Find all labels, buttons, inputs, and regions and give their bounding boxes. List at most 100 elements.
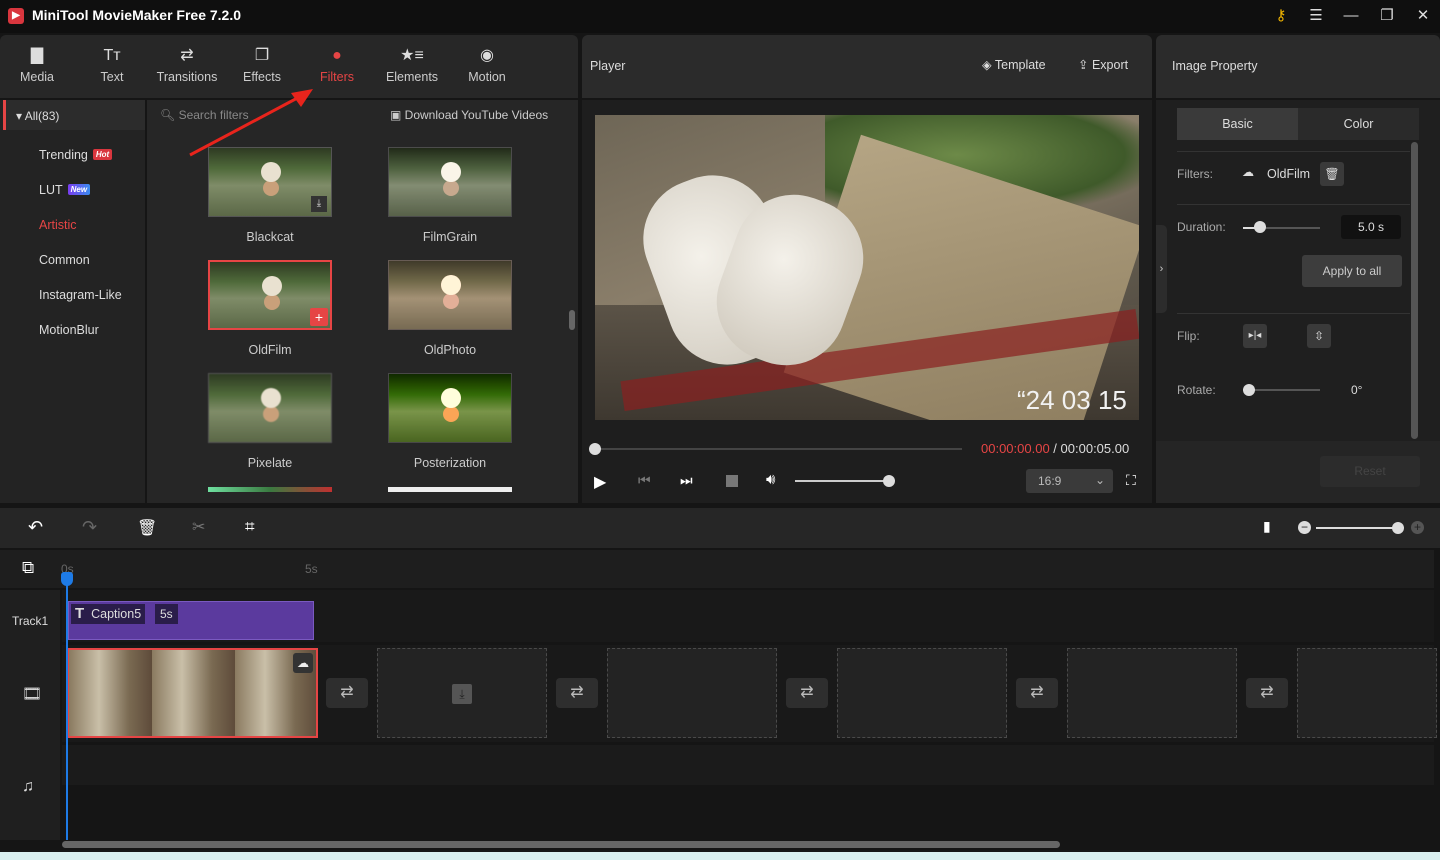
image-clip[interactable]: ☁ (67, 648, 318, 738)
tab-basic[interactable]: Basic (1177, 108, 1298, 140)
filter-scrollbar[interactable] (569, 310, 575, 330)
redo-icon[interactable]: ↷ (82, 517, 97, 538)
minimize-icon[interactable]: — (1340, 6, 1362, 26)
annotation-arrow (189, 89, 313, 157)
progress-knob[interactable] (589, 443, 601, 455)
tab-motion[interactable]: ◉ Motion (450, 35, 524, 98)
tab-media[interactable]: ▇ Media (0, 35, 74, 98)
apply-to-all-button[interactable]: Apply to all (1302, 255, 1402, 287)
filters-icon: ● (332, 47, 342, 64)
ruler-label: 5s (305, 562, 318, 576)
app-logo: ▶ (8, 8, 24, 24)
add-track-icon[interactable]: ⧉ (22, 558, 34, 578)
playhead[interactable] (66, 580, 68, 840)
reset-button[interactable]: Reset (1320, 456, 1420, 487)
undo-icon[interactable]: ↶ (28, 517, 43, 538)
category-instagram-like[interactable]: Instagram-Like (39, 288, 122, 302)
drop-icon: ⤓ (452, 684, 472, 704)
category-trending[interactable]: Trending Hot (39, 148, 113, 162)
search-icon: 🔍︎ (160, 108, 179, 122)
applied-filter-name: OldFilm (1267, 167, 1311, 181)
youtube-download-icon: ▣ (390, 108, 405, 122)
tab-text[interactable]: Tт Text (75, 35, 149, 98)
previous-frame-icon[interactable]: ⏮ (638, 472, 651, 489)
tab-color[interactable]: Color (1298, 108, 1419, 140)
volume-slider[interactable] (795, 480, 888, 482)
transition-slot[interactable]: ⇄ (326, 678, 368, 708)
filter-thumb-partial[interactable] (208, 487, 332, 492)
download-icon[interactable]: ⤓ (311, 196, 327, 212)
duration-knob[interactable] (1254, 221, 1266, 233)
hot-badge: Hot (92, 149, 113, 160)
title-bar: ▶ MiniTool MovieMaker Free 7.2.0 ⚷ ☰ — ❐… (0, 0, 1440, 33)
filter-thumb-oldfilm[interactable]: + (208, 260, 332, 330)
video-preview: “24 03 15 (595, 115, 1139, 420)
playback-progress[interactable] (595, 448, 962, 450)
filter-applied-icon: ☁ (293, 653, 313, 673)
transition-slot[interactable]: ⇄ (1246, 678, 1288, 708)
empty-clip-slot[interactable] (837, 648, 1007, 738)
timeline-scrollbar[interactable] (62, 841, 1060, 848)
playhead-handle[interactable] (61, 572, 73, 586)
zoom-knob[interactable] (1392, 522, 1404, 534)
timeline-toolbar: ↶ ↷ 🗑︎ ✂ ⌗ ▮ − + (0, 508, 1440, 548)
filter-thumb-posterization[interactable] (388, 373, 512, 443)
close-icon[interactable]: ✕ (1412, 6, 1434, 26)
caption-duration: 5s (155, 604, 178, 624)
stop-icon[interactable] (726, 475, 738, 487)
delete-icon[interactable]: 🗑︎ (137, 518, 157, 538)
rotate-knob[interactable] (1243, 384, 1255, 396)
volume-icon[interactable]: 🔊︎ (766, 471, 775, 488)
download-youtube-link[interactable]: ▣ Download YouTube Videos (390, 108, 548, 122)
transition-slot[interactable]: ⇄ (556, 678, 598, 708)
empty-clip-slot[interactable] (1297, 648, 1437, 738)
empty-clip-slot[interactable]: ⤓ (377, 648, 547, 738)
caption-clip[interactable]: T Caption5 5s (68, 601, 314, 640)
filter-cloud-icon: ☁ (1242, 165, 1254, 179)
collapse-panel-toggle[interactable]: › (1156, 225, 1167, 313)
export-button[interactable]: ⇪ Export (1078, 57, 1128, 72)
duration-input[interactable]: 5.0 s (1341, 215, 1401, 239)
tab-elements[interactable]: ★≡ Elements (375, 35, 449, 98)
category-artistic[interactable]: Artistic (39, 218, 77, 232)
flip-horizontal-icon[interactable]: ▸|◂ (1243, 324, 1267, 348)
zoom-out-icon[interactable]: − (1298, 521, 1311, 534)
zoom-slider[interactable] (1316, 527, 1396, 529)
taskbar-strip (0, 852, 1440, 860)
filter-label: Blackcat (246, 230, 294, 244)
add-filter-icon[interactable]: + (310, 308, 328, 326)
maximize-icon[interactable]: ❐ (1376, 6, 1398, 26)
aspect-ratio-select[interactable]: 16:9 ⌄ (1026, 469, 1113, 493)
category-all[interactable]: ▾ All(83) (3, 100, 145, 130)
template-button[interactable]: ◈ Template (982, 57, 1046, 72)
filters-label: Filters: (1177, 167, 1213, 181)
category-motionblur[interactable]: MotionBlur (39, 323, 99, 337)
filter-thumb-filmgrain[interactable] (388, 147, 512, 217)
flip-vertical-icon[interactable]: ⇳ (1307, 324, 1331, 348)
empty-clip-slot[interactable] (607, 648, 777, 738)
property-scrollbar[interactable] (1411, 142, 1418, 439)
track1-label: Track1 (12, 614, 49, 628)
delete-filter-button[interactable]: 🗑︎ (1320, 162, 1344, 186)
scissors-icon[interactable]: ✂ (192, 517, 205, 537)
empty-clip-slot[interactable] (1067, 648, 1237, 738)
filter-thumb-oldphoto[interactable] (388, 260, 512, 330)
volume-knob[interactable] (883, 475, 895, 487)
fullscreen-icon[interactable]: ⛶ (1126, 472, 1136, 489)
category-lut[interactable]: LUT New (39, 183, 91, 197)
filter-thumb-partial[interactable] (388, 487, 512, 492)
play-icon[interactable]: ▶ (594, 472, 606, 492)
fit-timeline-icon[interactable]: ▮ (1263, 518, 1271, 535)
transitions-icon: ⇄ (180, 47, 194, 64)
property-title: Image Property (1172, 59, 1258, 73)
crop-icon[interactable]: ⌗ (245, 517, 255, 537)
next-frame-icon[interactable]: ⏭ (680, 472, 693, 489)
filter-thumb-pixelate[interactable] (208, 373, 332, 443)
menu-icon[interactable]: ☰ (1305, 6, 1327, 26)
category-common[interactable]: Common (39, 253, 90, 267)
caret-down-icon: ▾ (16, 109, 25, 123)
transition-slot[interactable]: ⇄ (1016, 678, 1058, 708)
key-icon[interactable]: ⚷ (1270, 6, 1292, 26)
transition-slot[interactable]: ⇄ (786, 678, 828, 708)
zoom-in-icon[interactable]: + (1411, 521, 1424, 534)
